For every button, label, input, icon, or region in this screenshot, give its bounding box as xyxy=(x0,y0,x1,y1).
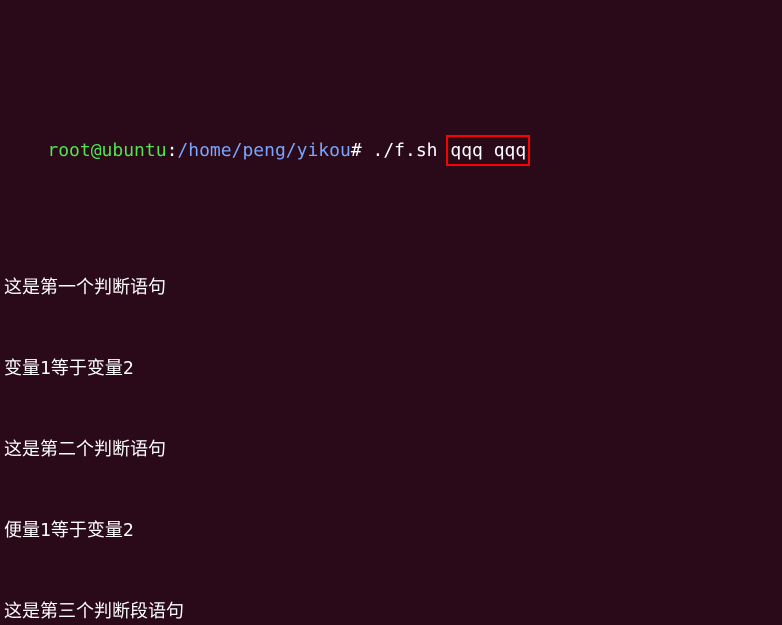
prompt-path: /home/peng/yikou xyxy=(177,140,350,161)
command-args-1: qqq qqq xyxy=(446,135,530,166)
output-line: 这是第三个判断段语句 xyxy=(4,598,778,625)
prompt-sep: : xyxy=(167,140,178,161)
output-line: 便量1等于变量2 xyxy=(4,517,778,544)
output-line: 这是第二个判断语句 xyxy=(4,436,778,463)
output-line: 这是第一个判断语句 xyxy=(4,274,778,301)
output-line: 变量1等于变量2 xyxy=(4,355,778,382)
command-prefix: ./f.sh xyxy=(373,140,449,161)
prompt-hash: # xyxy=(351,140,373,161)
terminal-output: root@ubuntu:/home/peng/yikou# ./f.sh qqq… xyxy=(0,0,782,625)
prompt-line-1[interactable]: root@ubuntu:/home/peng/yikou# ./f.sh qqq… xyxy=(4,108,778,193)
prompt-user: root@ubuntu xyxy=(47,140,166,161)
